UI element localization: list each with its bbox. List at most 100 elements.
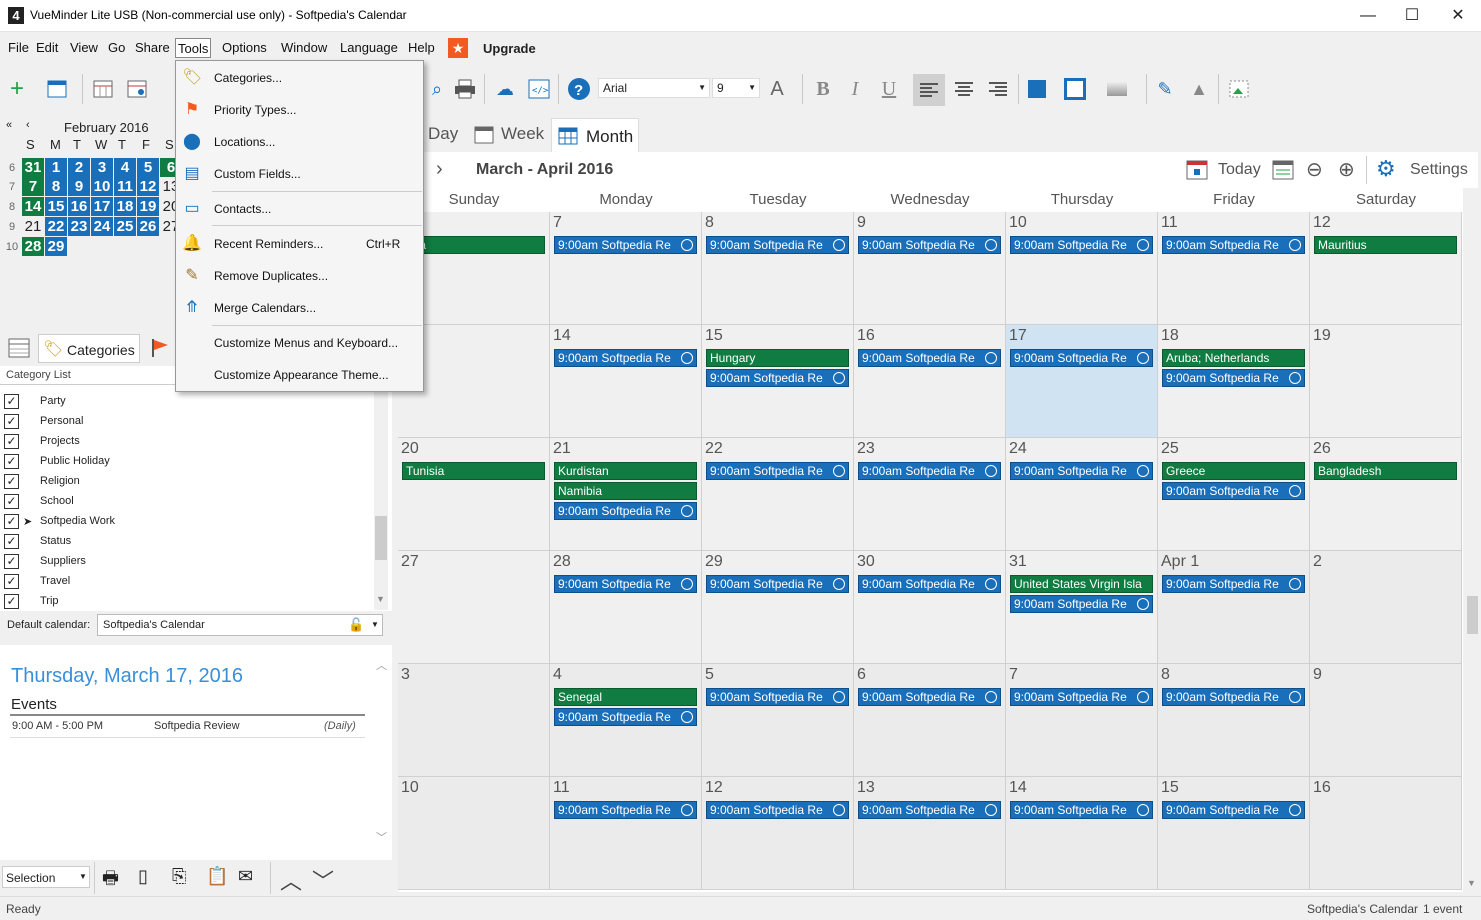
recurring-event[interactable]: 9:00am Softpedia Re (858, 801, 1001, 819)
paste-icon[interactable]: 📋 (206, 866, 228, 887)
calendar-people-icon[interactable] (124, 76, 150, 102)
category-row[interactable]: ✓ Status (0, 532, 372, 552)
align-center-icon[interactable] (951, 76, 977, 102)
menu-help[interactable]: Help (406, 38, 437, 58)
menu-share[interactable]: Share (133, 38, 172, 58)
mini-calendar-day[interactable]: 15 (45, 197, 67, 216)
day-cell[interactable]: 24 9:00am Softpedia Re (1006, 438, 1158, 551)
day-cell[interactable]: 19 (1310, 325, 1462, 438)
list-view-icon[interactable] (8, 338, 30, 361)
recurring-event[interactable]: 9:00am Softpedia Re (1010, 595, 1153, 613)
mini-calendar-day[interactable]: 7 (22, 177, 44, 196)
mini-calendar-day[interactable]: 9 (68, 177, 90, 196)
move-down-icon[interactable]: ﹀ (312, 864, 334, 896)
flag-icon[interactable] (150, 338, 170, 361)
day-cell[interactable]: 2 (1310, 551, 1462, 664)
search-icon[interactable]: ⌕ (424, 76, 450, 102)
recurring-event[interactable]: 9:00am Softpedia Re (1162, 482, 1305, 500)
recurring-event[interactable]: 9:00am Softpedia Re (706, 801, 849, 819)
tab-day[interactable]: Day (428, 124, 458, 144)
calendar-scrollbar[interactable]: ▼ (1464, 188, 1481, 896)
recurring-event[interactable]: 9:00am Softpedia Re (706, 575, 849, 593)
minimize-button[interactable]: — (1345, 0, 1391, 32)
category-checkbox[interactable]: ✓ (4, 434, 19, 449)
mini-calendar-day[interactable]: 14 (22, 197, 44, 216)
print-icon[interactable] (452, 76, 478, 102)
mini-calendar-day[interactable]: 12 (137, 177, 159, 196)
menu-go[interactable]: Go (106, 38, 127, 58)
mini-calendar-day[interactable]: 18 (114, 197, 136, 216)
recurring-event[interactable]: 9:00am Softpedia Re (1010, 688, 1153, 706)
tab-month[interactable]: Month (551, 118, 639, 152)
week-icon[interactable] (474, 126, 494, 147)
event-name[interactable]: Softpedia Review (154, 720, 240, 732)
border-color-icon[interactable] (1062, 76, 1088, 102)
day-cell[interactable]: 11 9:00am Softpedia Re (550, 777, 702, 890)
recurring-event[interactable]: 9:00am Softpedia Re (858, 575, 1001, 593)
bold-icon[interactable]: B (810, 76, 836, 102)
recurring-event[interactable]: 9:00am Softpedia Re (554, 708, 697, 726)
recurring-event[interactable]: 9:00am Softpedia Re (554, 502, 697, 520)
holiday-event[interactable]: Senegal (554, 688, 697, 706)
scroll-up-icon[interactable]: ︿ (376, 657, 387, 673)
recurring-event[interactable]: 9:00am Softpedia Re (1162, 575, 1305, 593)
tools-menu-item[interactable]: ⤊ Merge Calendars... (176, 293, 423, 321)
email-icon[interactable]: ✉ (238, 866, 253, 887)
day-cell[interactable]: 14 9:00am Softpedia Re (550, 325, 702, 438)
menu-options[interactable]: Options (220, 38, 269, 58)
help-icon[interactable]: ? (566, 76, 592, 102)
mini-calendar-day[interactable]: 23 (68, 217, 90, 236)
category-scrollbar[interactable]: ▼ (374, 384, 388, 610)
recurring-event[interactable]: 9:00am Softpedia Re (554, 349, 697, 367)
move-up-icon[interactable]: ︿ (280, 864, 302, 896)
category-row[interactable]: ✓ Party (0, 392, 372, 412)
day-cell[interactable]: 27 (398, 551, 550, 664)
day-cell[interactable]: 15 Hungary 9:00am Softpedia Re (702, 325, 854, 438)
eyedropper-icon[interactable]: ✎ (1152, 76, 1178, 102)
selection-select[interactable]: Selection ▼ (2, 866, 90, 888)
mini-calendar-day[interactable]: 22 (45, 217, 67, 236)
category-row[interactable]: ✓ ➤ Softpedia Work (0, 512, 372, 532)
category-row[interactable]: ✓ Trip (0, 592, 372, 612)
recurring-event[interactable]: 9:00am Softpedia Re (858, 688, 1001, 706)
category-row[interactable]: ✓ Religion (0, 472, 372, 492)
mini-calendar-day[interactable]: 19 (137, 197, 159, 216)
day-cell[interactable]: 25 Greece 9:00am Softpedia Re (1158, 438, 1310, 551)
category-checkbox[interactable]: ✓ (4, 474, 19, 489)
menu-tools[interactable]: Tools (175, 38, 212, 58)
close-button[interactable]: ✕ (1435, 0, 1481, 32)
day-cell[interactable]: 21 Kurdistan Namibia 9:00am Softpedia Re (550, 438, 702, 551)
category-checkbox[interactable]: ✓ (4, 494, 19, 509)
mini-calendar-day[interactable]: 5 (137, 158, 159, 177)
default-calendar-select[interactable]: Softpedia's Calendar 🔓 ▼ (97, 614, 383, 636)
day-cell[interactable]: 30 9:00am Softpedia Re (854, 551, 1006, 664)
category-checkbox[interactable]: ✓ (4, 414, 19, 429)
recurring-event[interactable]: 9:00am Softpedia Re (1162, 369, 1305, 387)
day-cell[interactable]: 10 9:00am Softpedia Re (1006, 212, 1158, 325)
menu-file[interactable]: File (6, 38, 31, 58)
print-icon[interactable]: 🖶 (102, 866, 119, 896)
agenda-icon[interactable] (1272, 160, 1294, 183)
mini-calendar-day[interactable]: 26 (137, 217, 159, 236)
recurring-event[interactable]: 9:00am Softpedia Re (706, 462, 849, 480)
tools-menu-item[interactable]: 🔔 Recent Reminders... Ctrl+R (176, 229, 423, 257)
day-cell[interactable]: 29 9:00am Softpedia Re (702, 551, 854, 664)
italic-icon[interactable]: I (842, 76, 868, 102)
day-cell[interactable]: 11 9:00am Softpedia Re (1158, 212, 1310, 325)
day-cell[interactable]: 10 (398, 777, 550, 890)
scrollbar-thumb[interactable] (375, 516, 387, 560)
day-cell[interactable]: 16 9:00am Softpedia Re (854, 325, 1006, 438)
day-cell[interactable]: 17 9:00am Softpedia Re (1006, 325, 1158, 438)
today-icon[interactable] (1186, 160, 1208, 183)
day-cell[interactable]: 9 9:00am Softpedia Re (854, 212, 1006, 325)
recurring-event[interactable]: 9:00am Softpedia Re (1010, 349, 1153, 367)
add-icon[interactable]: + (4, 75, 30, 102)
day-cell[interactable]: 6 9:00am Softpedia Re (854, 664, 1006, 777)
mini-calendar-day[interactable]: 3 (91, 158, 113, 177)
mini-calendar-day[interactable]: 17 (91, 197, 113, 216)
tools-menu-item[interactable]: Customize Appearance Theme... (176, 360, 423, 388)
tools-menu-item[interactable]: ✎ Remove Duplicates... (176, 261, 423, 289)
day-cell[interactable]: 12 Mauritius (1310, 212, 1462, 325)
cloud-download-icon[interactable]: ☁ (492, 76, 518, 102)
category-checkbox[interactable]: ✓ (4, 394, 19, 409)
